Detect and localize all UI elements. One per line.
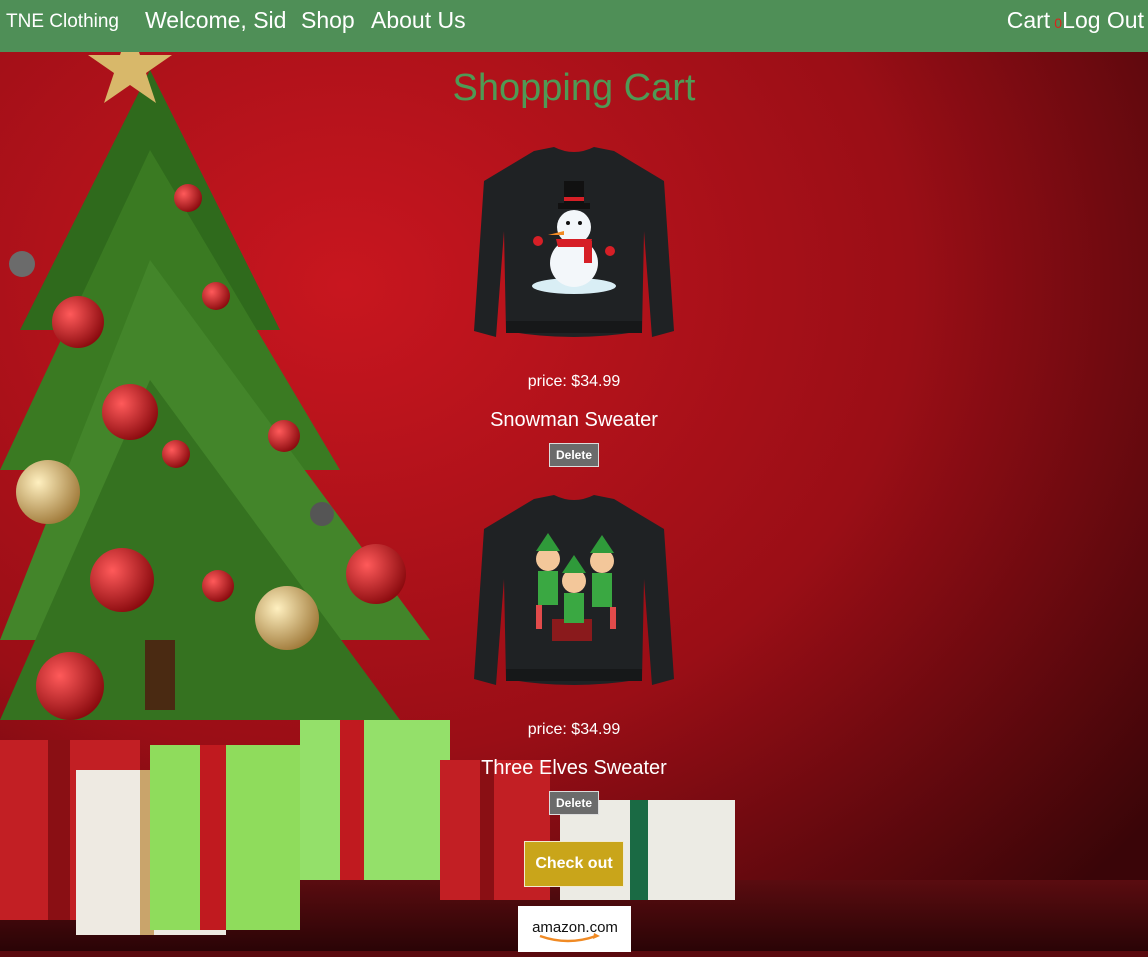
nav-link-shop[interactable]: Shop [301,7,355,34]
checkout-button[interactable]: Check out [524,841,624,887]
top-navbar: TNE Clothing Welcome, Sid Shop About Us … [0,0,1148,52]
brand-logo-text[interactable]: TNE Clothing [6,11,119,33]
page-title: Shopping Cart [452,67,696,109]
three-elves-sweater-image [474,495,674,685]
cart-count-badge: 0 [1054,15,1062,31]
item-name: Three Elves Sweater [481,757,667,779]
cart-item: price: $34.99 Snowman Sweater Delete [374,141,774,467]
amazon-logo-text: amazon.com [532,919,618,936]
nav-link-about-us[interactable]: About Us [371,7,466,34]
cart-label: Cart [1006,7,1051,33]
delete-item-button[interactable]: Delete [548,443,600,467]
snowman-sweater-image [474,147,674,337]
amazon-logo-icon: amazon.com [532,919,618,943]
nav-link-cart[interactable]: Cart 0 [1007,7,1062,34]
cart-content: Shopping Cart price: $34.99 Snowman Swea… [0,52,1148,957]
logout-link[interactable]: Log Out [1062,7,1144,34]
item-price: price: $34.99 [527,373,621,390]
item-name: Snowman Sweater [490,409,658,431]
cart-item: price: $34.99 Three Elves Sweater Delete [374,489,774,815]
welcome-user-text: Welcome, Sid [145,7,287,33]
delete-item-button[interactable]: Delete [548,791,600,815]
amazon-pay-button[interactable]: amazon.com [517,906,631,952]
item-price: price: $34.99 [527,721,621,738]
